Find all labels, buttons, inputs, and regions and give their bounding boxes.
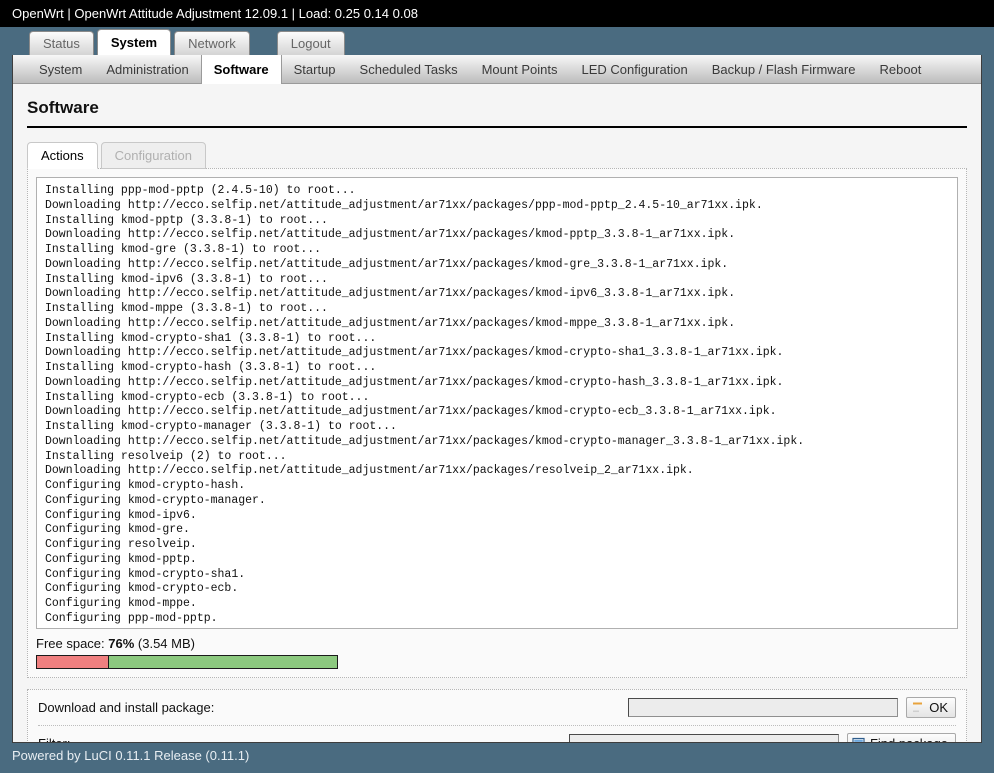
filter-label: Filter: [38,735,71,743]
main-navigation: Status System Network Logout [0,27,994,55]
free-space-progress-bar [36,655,338,669]
find-package-button-label: Find package [869,735,948,743]
sub-tab-software[interactable]: Software [200,55,282,84]
app-header-title: OpenWrt | OpenWrt Attitude Adjustment 12… [12,6,418,21]
sub-tab-mount-points[interactable]: Mount Points [470,55,570,84]
inner-tab-configuration: Configuration [100,142,206,169]
sub-tab-system[interactable]: System [27,55,94,84]
main-tab-system[interactable]: System [96,29,172,55]
inner-tab-bar: Actions Configuration [27,142,967,169]
sub-tab-led-configuration[interactable]: LED Configuration [569,55,699,84]
filter-row: Filter: Find package [38,725,956,743]
sub-tab-administration[interactable]: Administration [94,55,200,84]
sub-tab-reboot[interactable]: Reboot [867,55,933,84]
main-tab-status[interactable]: Status [29,31,94,55]
package-form-panel: Download and install package: OK Filter: [27,689,967,743]
install-log-text: Installing ppp-mod-pptp (2.4.5-10) to ro… [45,184,805,625]
page-content: Software Actions Configuration Installing… [13,84,981,743]
sub-tab-startup[interactable]: Startup [282,55,348,84]
free-space-section: Free space: 76% (3.54 MB) [36,636,958,669]
download-package-row: Download and install package: OK [38,690,956,725]
free-space-size: (3.54 MB) [134,636,195,651]
sub-tab-backup-flash-firmware[interactable]: Backup / Flash Firmware [700,55,868,84]
apply-icon [911,701,925,714]
app-header: OpenWrt | OpenWrt Attitude Adjustment 12… [0,0,994,27]
sub-tab-scheduled-tasks[interactable]: Scheduled Tasks [348,55,470,84]
main-tab-logout[interactable]: Logout [276,31,345,55]
footer-text: Powered by LuCI 0.11.1 Release (0.11.1) [12,748,250,763]
page-footer: Powered by LuCI 0.11.1 Release (0.11.1) [0,743,994,773]
page-title: Software [27,84,967,128]
free-space-prefix: Free space: [36,636,109,651]
free-space-percent: 76% [108,636,135,651]
page-frame: System Administration Software Startup Sched… [12,55,982,743]
free-space-label: Free space: 76% (3.54 MB) [36,636,958,651]
install-log-box[interactable]: Installing ppp-mod-pptp (2.4.5-10) to ro… [36,177,958,629]
main-tab-network[interactable]: Network [174,31,250,55]
filter-input[interactable] [568,733,839,742]
inner-tab-actions[interactable]: Actions [27,142,98,169]
find-package-button[interactable]: Find package [846,732,956,743]
sub-navigation: System Administration Software Startup Sched… [13,55,981,84]
actions-panel: Installing ppp-mod-pptp (2.4.5-10) to ro… [27,168,967,678]
download-ok-button[interactable]: OK [906,697,956,718]
download-package-label: Download and install package: [38,700,215,715]
free-space-used-segment [37,656,109,668]
download-package-input[interactable] [628,698,899,717]
download-ok-button-label: OK [929,700,948,715]
